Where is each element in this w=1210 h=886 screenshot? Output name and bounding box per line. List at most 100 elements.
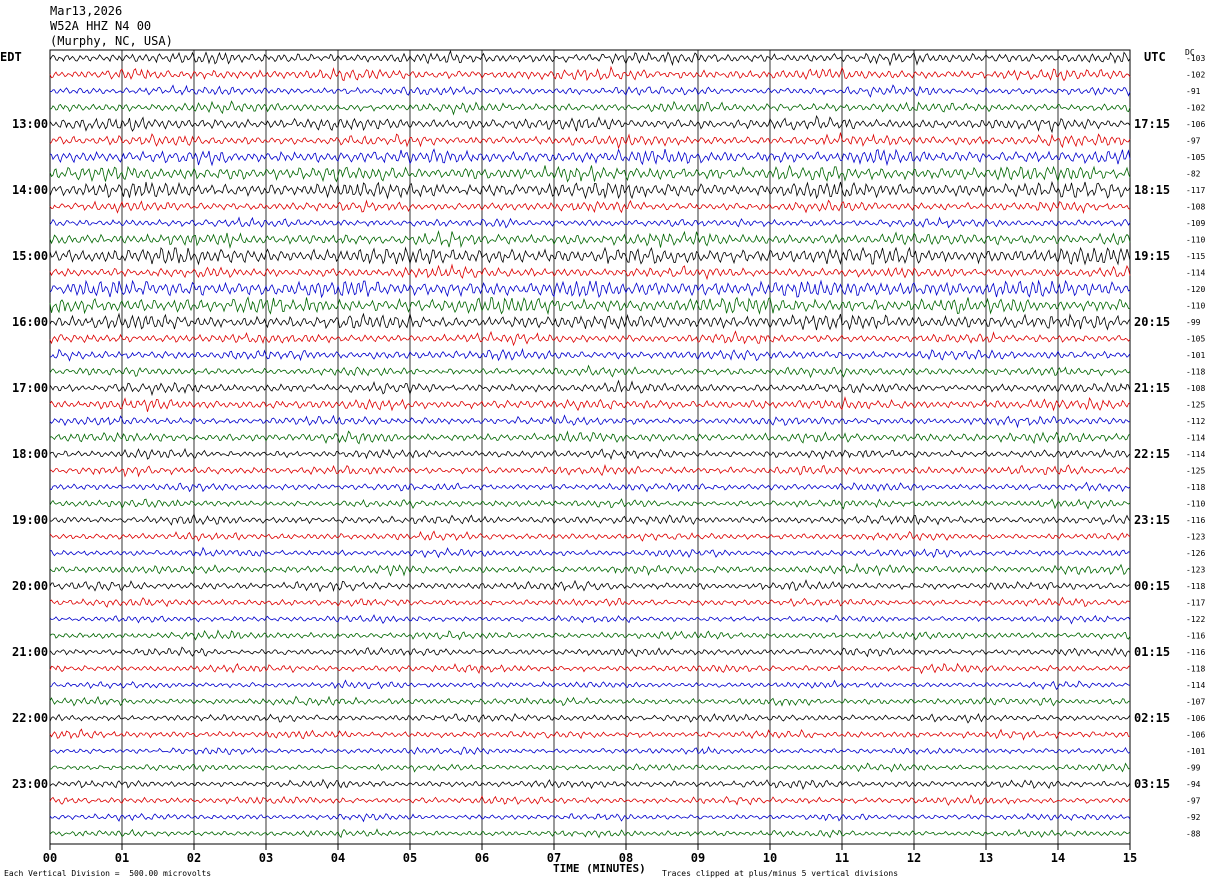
seismic-trace-line <box>49 562 1131 577</box>
dc-offset-label: -82 <box>1186 170 1201 179</box>
seismic-trace-line <box>49 312 1131 331</box>
seismic-trace-line <box>49 629 1131 641</box>
seismic-trace-line <box>49 614 1131 625</box>
dc-offset-label: -103 <box>1186 54 1205 63</box>
seismic-trace-line <box>49 132 1131 150</box>
dc-offset-label: -101 <box>1186 747 1205 756</box>
seismic-trace-line <box>49 430 1131 445</box>
seismic-trace-line <box>49 296 1131 316</box>
dc-offset-label: -118 <box>1186 665 1205 674</box>
dc-offset-label: -117 <box>1186 186 1205 195</box>
clip-note: Traces clipped at plus/minus 5 vertical … <box>662 869 899 878</box>
dc-offset-label: -88 <box>1186 830 1201 839</box>
seismic-trace-line <box>49 347 1131 362</box>
dc-offset-label: -123 <box>1186 533 1205 542</box>
dc-offset-label: -92 <box>1186 813 1201 822</box>
dc-offset-label: -117 <box>1186 599 1205 608</box>
dc-offset-label: -110 <box>1186 302 1205 311</box>
dc-offset-label: -116 <box>1186 648 1205 657</box>
x-tick-label: 01 <box>115 851 129 865</box>
seismic-trace-line <box>49 148 1131 167</box>
dc-offset-label: -102 <box>1186 71 1205 80</box>
dc-offset-label: -102 <box>1186 104 1205 113</box>
dc-offset-label: -106 <box>1186 731 1205 740</box>
seismic-trace-line <box>49 396 1131 412</box>
dc-offset-label: -118 <box>1186 368 1205 377</box>
dc-offset-label: -108 <box>1186 203 1205 212</box>
x-tick-label: 04 <box>331 851 345 865</box>
x-tick-label: 12 <box>907 851 921 865</box>
seismic-trace-line <box>49 513 1131 526</box>
seismic-trace-line <box>49 330 1131 347</box>
x-tick-label: 09 <box>691 851 705 865</box>
edt-hour-label: 22:00 <box>12 711 48 725</box>
seismic-trace-line <box>49 447 1131 461</box>
edt-hour-label: 18:00 <box>12 447 48 461</box>
edt-hour-label: 17:00 <box>12 381 48 395</box>
seismic-trace-line <box>49 216 1131 229</box>
x-tick-label: 06 <box>475 851 489 865</box>
utc-hour-label: 22:15 <box>1134 447 1170 461</box>
seismic-trace-line <box>49 263 1131 281</box>
dc-offset-label: -116 <box>1186 632 1205 641</box>
dc-offset-label: -94 <box>1186 780 1201 789</box>
dc-offset-label: -108 <box>1186 384 1205 393</box>
x-tick-label: 03 <box>259 851 273 865</box>
edt-hour-label: 20:00 <box>12 579 48 593</box>
seismic-trace-line <box>49 279 1131 299</box>
dc-offset-label: -99 <box>1186 318 1201 327</box>
seismic-trace-line <box>49 199 1131 215</box>
seismic-trace-line <box>49 828 1131 839</box>
edt-hour-label: 19:00 <box>12 513 48 527</box>
seismic-trace-line <box>49 364 1131 379</box>
seismic-trace-line <box>49 762 1131 773</box>
seismic-trace-line <box>49 579 1131 593</box>
dc-offset-label: -105 <box>1186 153 1205 162</box>
dc-offset-label: -125 <box>1186 467 1205 476</box>
x-tick-label: 00 <box>43 851 57 865</box>
seismic-trace-line <box>49 164 1131 183</box>
x-tick-label: 10 <box>763 851 777 865</box>
edt-hour-label: 21:00 <box>12 645 48 659</box>
seismic-trace-line <box>49 778 1131 790</box>
seismic-trace-line <box>49 695 1131 707</box>
edt-hour-label: 13:00 <box>12 117 48 131</box>
seismic-trace-line <box>49 679 1131 691</box>
helicorder-plot: 00 01 02 03 04 05 06 07 08 09 10 11 12 13 14 15-103-102… <box>12 49 1205 865</box>
x-tick-label: 15 <box>1123 851 1137 865</box>
scale-note: Each Vertical Division = 500.00 microvol… <box>4 869 212 878</box>
dc-offset-label: -99 <box>1186 764 1201 773</box>
x-axis-title: TIME (MINUTES) <box>553 862 646 875</box>
edt-hour-label: 14:00 <box>12 183 48 197</box>
edt-hour-label: 16:00 <box>12 315 48 329</box>
utc-hour-label: 02:15 <box>1134 711 1170 725</box>
seismic-trace-line <box>49 414 1131 429</box>
seismic-trace-line <box>49 246 1131 266</box>
edt-hour-label: 23:00 <box>12 777 48 791</box>
dc-offset-label: -120 <box>1186 285 1205 294</box>
seismic-trace-line <box>49 464 1131 478</box>
dc-offset-label: -112 <box>1186 417 1205 426</box>
seismic-trace-line <box>49 596 1131 608</box>
utc-hour-label: 19:15 <box>1134 249 1170 263</box>
x-tick-label: 14 <box>1051 851 1065 865</box>
seismic-trace-line <box>49 379 1131 397</box>
utc-hour-label: 21:15 <box>1134 381 1170 395</box>
seismic-trace-line <box>49 530 1131 542</box>
dc-offset-label: -118 <box>1186 582 1205 591</box>
dc-offset-label: -114 <box>1186 681 1205 690</box>
utc-hour-label: 01:15 <box>1134 645 1170 659</box>
seismic-trace-line <box>49 745 1131 756</box>
x-tick-label: 11 <box>835 851 849 865</box>
seismic-trace-line <box>49 662 1131 675</box>
dc-offset-label: -106 <box>1186 714 1205 723</box>
dc-offset-label: -97 <box>1186 797 1201 806</box>
seismic-trace-line <box>49 65 1131 82</box>
plot-frame <box>49 49 1131 845</box>
utc-hour-label: 18:15 <box>1134 183 1170 197</box>
dc-offset-label: -110 <box>1186 500 1205 509</box>
seismic-trace-line <box>49 728 1131 741</box>
dc-offset-label: -123 <box>1186 566 1205 575</box>
dc-offset-label: -122 <box>1186 615 1205 624</box>
utc-hour-label: 23:15 <box>1134 513 1170 527</box>
